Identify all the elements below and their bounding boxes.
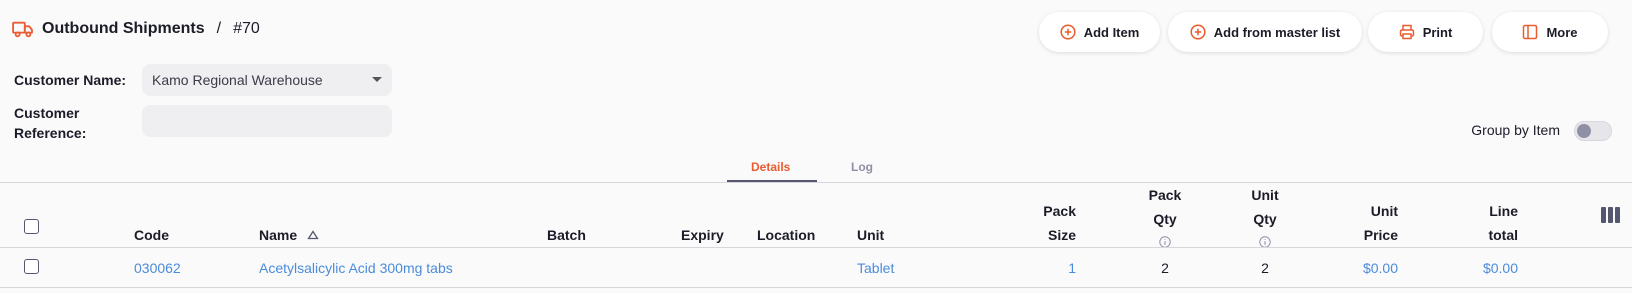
column-header-expiry[interactable]: Expiry xyxy=(681,223,724,247)
unit-price-line2: Price xyxy=(1363,227,1398,243)
customer-name-select[interactable]: Kamo Regional Warehouse xyxy=(142,64,392,96)
page-title: Outbound Shipments xyxy=(42,20,205,37)
select-all-checkbox[interactable] xyxy=(24,219,39,234)
column-header-line-total[interactable]: Line total xyxy=(1440,199,1518,247)
line-total-line1: Line xyxy=(1489,203,1518,219)
add-item-label: Add Item xyxy=(1083,24,1140,40)
tab-details[interactable]: Details xyxy=(751,160,790,174)
page-header: Outbound Shipments / #70 xyxy=(12,20,260,38)
print-label: Print xyxy=(1422,24,1453,40)
column-header-name-label: Name xyxy=(259,227,298,243)
tab-log[interactable]: Log xyxy=(851,160,873,174)
pack-qty-line2: Qty xyxy=(1153,211,1177,227)
column-picker-icon[interactable] xyxy=(1601,207,1620,223)
column-header-pack-size[interactable]: Pack Size xyxy=(1000,199,1076,247)
customer-reference-label-line1: Customer xyxy=(14,105,80,121)
column-header-name[interactable]: Name xyxy=(259,223,319,247)
breadcrumb-separator: / xyxy=(216,20,222,37)
chevron-down-icon xyxy=(372,77,382,82)
sidebar-panel-icon xyxy=(1523,24,1538,40)
group-by-item-toggle[interactable] xyxy=(1574,121,1612,141)
row-pack-size[interactable]: 1 xyxy=(1000,258,1076,278)
row-unit-qty[interactable]: 2 xyxy=(1230,258,1300,278)
print-button[interactable]: Print xyxy=(1368,12,1483,52)
pack-size-line2: Size xyxy=(1047,227,1076,243)
add-from-master-list-button[interactable]: Add from master list xyxy=(1168,12,1362,52)
column-header-unit-qty[interactable]: Unit Qty xyxy=(1230,183,1300,255)
shipment-number: #70 xyxy=(233,20,260,37)
row-name[interactable]: Acetylsalicylic Acid 300mg tabs xyxy=(259,258,453,278)
column-header-unit[interactable]: Unit xyxy=(857,223,884,247)
row-checkbox[interactable] xyxy=(24,259,39,274)
truck-icon xyxy=(12,21,33,38)
customer-reference-label: Customer Reference: xyxy=(14,103,86,143)
column-header-code[interactable]: Code xyxy=(134,223,169,247)
column-header-pack-qty[interactable]: Pack Qty xyxy=(1130,183,1200,255)
group-by-item-label: Group by Item xyxy=(1471,122,1560,138)
customer-reference-input[interactable] xyxy=(142,105,392,137)
more-button[interactable]: More xyxy=(1492,12,1608,52)
column-header-unit-price[interactable]: Unit Price xyxy=(1320,199,1398,247)
row-unit-price[interactable]: $0.00 xyxy=(1320,258,1398,278)
customer-name-value: Kamo Regional Warehouse xyxy=(152,72,323,88)
toggle-knob xyxy=(1577,124,1591,138)
divider xyxy=(0,182,1632,183)
add-item-button[interactable]: Add Item xyxy=(1039,12,1160,52)
customer-reference-label-line2: Reference: xyxy=(14,125,87,141)
line-total-line2: total xyxy=(1488,227,1518,243)
plus-circle-icon xyxy=(1060,24,1076,40)
row-pack-qty[interactable]: 2 xyxy=(1130,258,1200,278)
row-unit[interactable]: Tablet xyxy=(857,258,894,278)
printer-icon xyxy=(1399,24,1414,40)
unit-price-line1: Unit xyxy=(1370,203,1398,219)
header-divider xyxy=(0,247,1632,248)
column-header-location[interactable]: Location xyxy=(757,223,815,247)
customer-name-label: Customer Name: xyxy=(14,72,127,88)
sort-ascending-icon xyxy=(307,230,319,240)
plus-circle-icon xyxy=(1190,24,1206,40)
add-from-master-label: Add from master list xyxy=(1213,24,1341,40)
pack-size-line1: Pack xyxy=(1043,203,1076,219)
column-header-batch[interactable]: Batch xyxy=(547,223,586,247)
row-code[interactable]: 030062 xyxy=(134,258,181,278)
unit-qty-line2: Qty xyxy=(1253,211,1277,227)
more-label: More xyxy=(1546,24,1578,40)
row-line-total[interactable]: $0.00 xyxy=(1440,258,1518,278)
unit-qty-line1: Unit xyxy=(1251,187,1279,203)
row-divider xyxy=(0,287,1632,288)
pack-qty-line1: Pack xyxy=(1148,187,1182,203)
